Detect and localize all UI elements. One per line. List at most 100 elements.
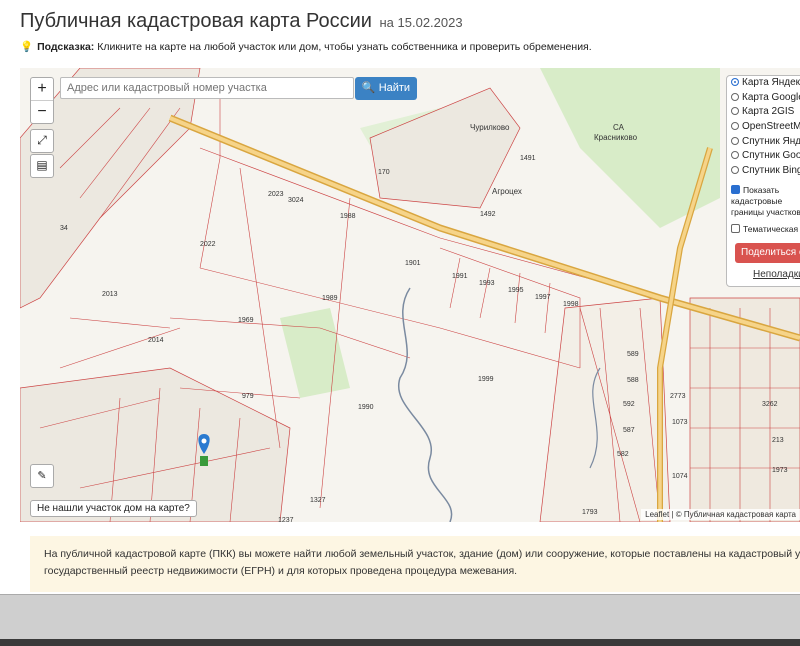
radio-icon[interactable] — [731, 122, 739, 131]
info-line-1: На публичной кадастровой карте (ПКК) вы … — [44, 548, 800, 560]
layer-option-yandex-sat[interactable]: Спутник Яндекс — [727, 135, 800, 150]
map-attribution: Leaflet | © Публичная кадастровая карта — [641, 509, 800, 520]
radio-icon[interactable] — [731, 107, 739, 116]
radio-icon[interactable] — [731, 151, 739, 160]
parcel-label: 1990 — [358, 404, 374, 411]
hint-label: Подсказка: — [37, 41, 95, 53]
layer-switcher: Карта Яндекс Карта Google Карта 2GIS Ope… — [726, 75, 800, 287]
radio-icon[interactable] — [731, 78, 739, 86]
share-button[interactable]: Поделиться ссылкой — [735, 242, 800, 263]
hint-text: Кликните на карте на любой участок или д… — [97, 41, 592, 53]
fullscreen-icon[interactable]: ⤢ — [30, 129, 54, 153]
taskbar-strip — [0, 639, 800, 646]
parcel-label: 1988 — [340, 213, 356, 220]
parcel-label: 1993 — [479, 280, 495, 287]
layer-label: Карта Яндекс — [742, 77, 800, 88]
map-canvas[interactable]: 1988 1901 2022 2013 1989 1969 2014 1999 … — [20, 68, 800, 522]
ruler-icon[interactable]: ✎ — [30, 464, 54, 488]
zoom-in-button[interactable]: + — [31, 78, 53, 101]
layer-option-bing-sat[interactable]: Спутник Bing — [727, 164, 800, 179]
grass-area — [280, 308, 350, 398]
zoom-control: + − — [30, 77, 54, 124]
parcel-label: 1991 — [452, 273, 468, 280]
layer-label: Спутник Яндекс — [742, 135, 800, 147]
zoom-out-button[interactable]: − — [31, 101, 53, 123]
lightbulb-icon: 💡 — [20, 41, 34, 53]
parcel-label: 588 — [627, 377, 639, 384]
checkbox-thematic[interactable]: Тематическая карта — [727, 222, 800, 237]
checkbox-label: Показать кадастровые границы участков — [731, 184, 800, 217]
checkbox-label: Тематическая карта — [743, 223, 800, 234]
parcel-label: 2023 — [268, 191, 284, 198]
parcel-label: 1997 — [535, 294, 551, 301]
parcel-label: 979 — [242, 393, 254, 400]
parcel-label: 582 — [617, 451, 629, 458]
find-button-label: Найти — [378, 82, 411, 94]
title-text: Публичная кадастровая карта России — [20, 10, 372, 32]
parcel-label: 1793 — [582, 509, 598, 516]
parcel-label: 1989 — [322, 295, 338, 302]
parcels-strip — [539, 297, 671, 522]
page-title: Публичная кадастровая карта России на 15… — [20, 10, 463, 33]
parcel-label: 2013 — [102, 291, 118, 298]
place-label-churilkovo: Чурилково — [470, 123, 510, 132]
place-label-krasnikovo: Красниково — [594, 133, 638, 142]
parcel-label: 1074 — [672, 473, 688, 480]
layer-label: Спутник Bing — [742, 165, 800, 177]
marker-dot — [201, 438, 207, 444]
search-icon: 🔍 — [361, 82, 376, 94]
checkbox-icon[interactable] — [731, 184, 740, 194]
report-link[interactable]: Неполадки карты — [753, 269, 800, 280]
parcel-label: 587 — [623, 427, 635, 434]
search-input[interactable] — [60, 77, 354, 99]
layer-option-google-map[interactable]: Карта Google — [727, 91, 800, 106]
parcel-label: 3024 — [288, 197, 304, 204]
parcel-label: 34 — [60, 225, 68, 232]
page: Публичная кадастровая карта России на 15… — [0, 0, 800, 646]
layer-option-2gis-map[interactable]: Карта 2GIS — [727, 105, 800, 120]
parcel-label: 1491 — [520, 155, 536, 162]
checkbox-borders[interactable]: Показать кадастровые границы участков — [727, 184, 800, 218]
title-date: на 15.02.2023 — [379, 15, 463, 30]
parcel-label: 1492 — [480, 211, 496, 218]
cadastral-map[interactable]: 1988 1901 2022 2013 1989 1969 2014 1999 … — [20, 68, 800, 522]
parcel-label: 1901 — [405, 260, 421, 267]
settlement-block-sw — [20, 367, 291, 522]
parcel-label: 592 — [623, 401, 635, 408]
layer-label: Спутник Google — [742, 150, 800, 162]
layer-option-osm[interactable]: OpenStreetMap — [727, 120, 800, 135]
hint-bar: 💡 Подсказка: Кликните на карте на любой у… — [20, 40, 592, 53]
parcel-label: 2773 — [670, 393, 686, 400]
radio-icon[interactable] — [731, 92, 739, 101]
parcel-label: 1999 — [478, 376, 494, 383]
parcel-label: 589 — [627, 351, 639, 358]
checkbox-icon[interactable] — [731, 223, 740, 233]
os-taskbar — [0, 594, 800, 646]
radio-icon[interactable] — [731, 166, 739, 175]
find-button[interactable]: 🔍 Найти — [355, 77, 417, 100]
parcel-label: 170 — [378, 169, 390, 176]
layer-label: Карта Google — [742, 91, 800, 103]
parcel-label: 213 — [772, 437, 784, 444]
parcel-label: 1995 — [508, 287, 524, 294]
parcel-label: 1327 — [310, 497, 326, 504]
layer-label: Карта 2GIS — [742, 106, 795, 118]
info-line-2: государственный реестр недвижимости (ЕГР… — [44, 565, 518, 577]
layer-label: OpenStreetMap — [742, 121, 800, 133]
layer-option-google-sat[interactable]: Спутник Google — [727, 149, 800, 164]
selected-parcel[interactable] — [200, 456, 208, 466]
layer-option-yandex-map[interactable]: Карта Яндекс — [727, 76, 800, 91]
radio-icon[interactable] — [731, 136, 739, 145]
parcel-label: 1237 — [278, 517, 294, 522]
print-icon[interactable]: ▤ — [30, 154, 54, 178]
parcel-label: 2014 — [148, 337, 164, 344]
parcel-label: 3262 — [762, 401, 778, 408]
parcel-label: 2022 — [200, 241, 216, 248]
river-line — [397, 287, 453, 522]
not-found-button[interactable]: Не нашли участок дом на карте? — [30, 500, 197, 517]
parcel-label: 1998 — [563, 301, 579, 308]
place-label-agrocex: Агроцех — [492, 187, 522, 196]
info-box: На публичной кадастровой карте (ПКК) вы … — [30, 536, 800, 592]
parcel-label: 1969 — [238, 317, 254, 324]
parcel-label: 1973 — [772, 467, 788, 474]
